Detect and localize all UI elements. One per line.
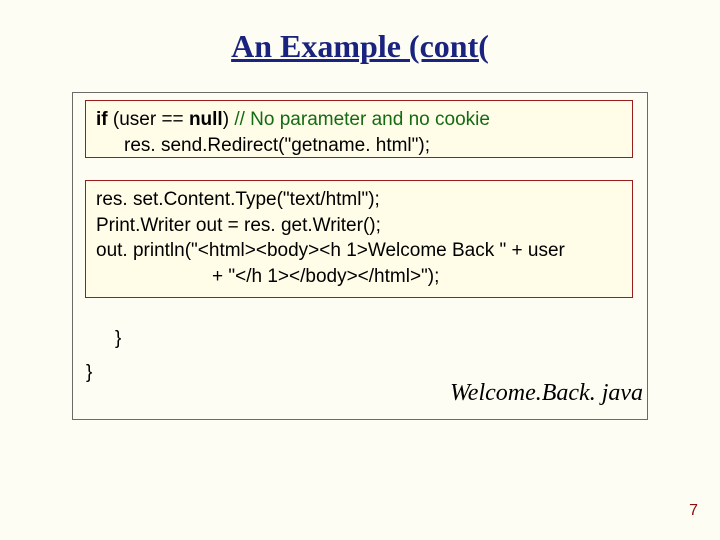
slide: An Example (cont( if (user == null) // N… (0, 0, 720, 540)
code-comment: // No parameter and no cookie (234, 109, 490, 130)
closing-brace-inner: } (115, 328, 121, 350)
closing-brace-outer: } (86, 362, 92, 384)
code-line-1: if (user == null) // No parameter and no… (96, 109, 490, 130)
code-line-3: out. println("<html><body><h 1>Welcome B… (96, 238, 622, 264)
code-line-2: Print.Writer out = res. get.Writer(); (96, 213, 622, 239)
code-block-1: if (user == null) // No parameter and no… (85, 100, 633, 158)
keyword-if: if (96, 109, 108, 130)
page-number: 7 (689, 502, 698, 520)
code-line-2: res. send.Redirect("getname. html"); (96, 133, 622, 159)
slide-title: An Example (cont( (0, 28, 720, 65)
code-line-4: + "</h 1></body></html>"); (96, 264, 622, 290)
code-text: ) (223, 109, 235, 130)
keyword-null: null (189, 109, 223, 130)
code-line-1: res. set.Content.Type("text/html"); (96, 187, 622, 213)
code-text: (user == (108, 109, 189, 130)
filename-caption: Welcome.Back. java (450, 380, 643, 407)
code-block-2: res. set.Content.Type("text/html"); Prin… (85, 180, 633, 298)
